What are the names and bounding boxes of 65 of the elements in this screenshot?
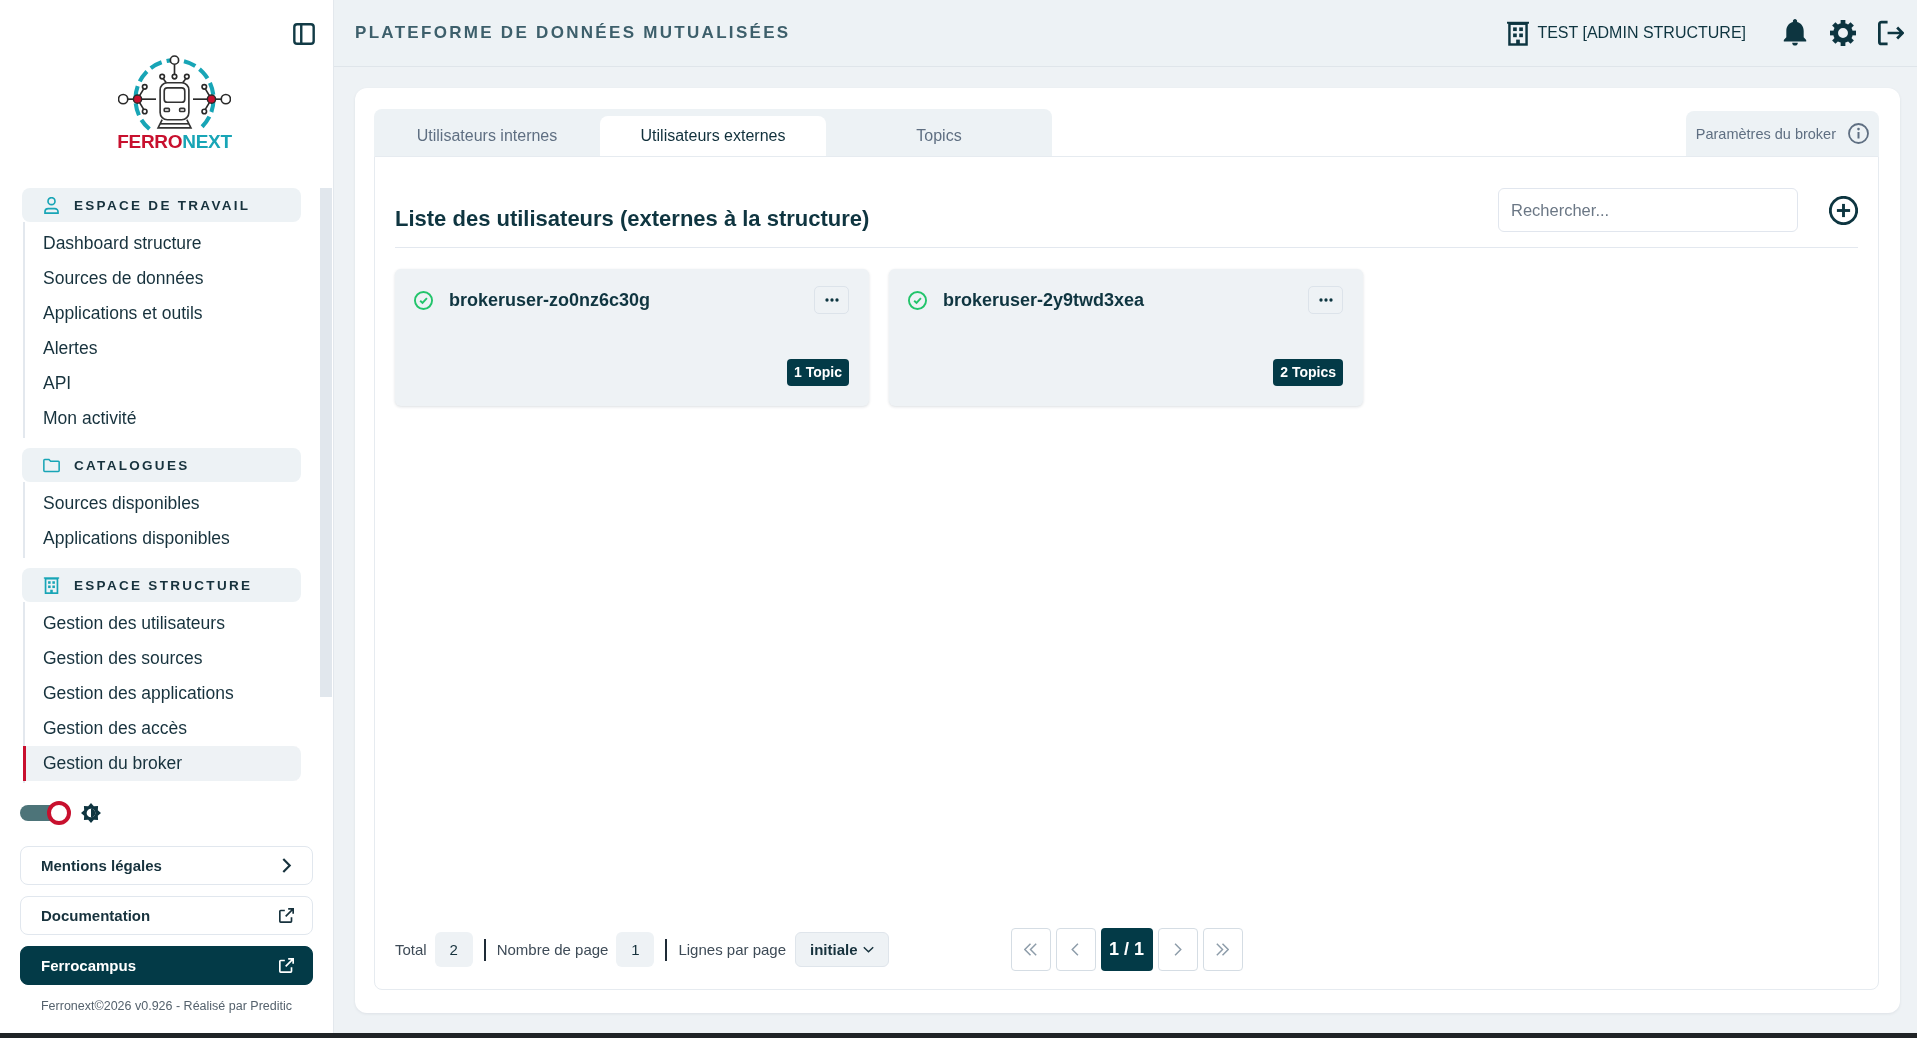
double-chevron-left-icon: [1024, 943, 1037, 956]
section-header[interactable]: CATALOGUES: [22, 448, 301, 482]
nav-item[interactable]: Sources de données: [25, 261, 301, 296]
current-page-indicator: 1 / 1: [1100, 928, 1153, 971]
brightness-icon: [81, 803, 101, 823]
info-icon: [1848, 123, 1869, 144]
search-field[interactable]: Rechercher...: [1498, 188, 1798, 232]
external-link-icon: [279, 958, 294, 973]
total-value: 2: [434, 932, 473, 967]
settings-icon[interactable]: [1830, 19, 1856, 47]
chevron-down-icon: [862, 946, 874, 953]
nav-item[interactable]: Dashboard structure: [25, 226, 301, 261]
list-title: Liste des utilisateurs (externes à la structure): [395, 206, 870, 232]
section-header[interactable]: ESPACE STRUCTURE: [22, 568, 301, 602]
broker-settings-tab[interactable]: Paramètres du broker: [1685, 111, 1879, 156]
more-button[interactable]: [814, 286, 849, 314]
rows-per-page-label: Lignes par page: [678, 941, 787, 958]
user-card[interactable]: brokeruser-2y9twd3xea 2 Topics: [889, 269, 1363, 406]
user-card[interactable]: brokeruser-zo0nz6c30g 1 Topic: [395, 269, 869, 406]
building-icon: [1507, 20, 1530, 46]
sidebar-toggle-icon[interactable]: [293, 23, 315, 45]
page-title: PLATEFORME DE DONNÉES MUTUALISÉES: [355, 23, 791, 43]
tab[interactable]: Utilisateurs internes: [374, 116, 600, 156]
nav-item[interactable]: Gestion des accès: [25, 711, 301, 746]
theme-switch[interactable]: [20, 801, 71, 825]
nav-item[interactable]: Gestion des applications: [25, 676, 301, 711]
building-icon: [43, 576, 60, 594]
sidebar-link-button[interactable]: Mentions légales: [20, 846, 313, 885]
nav-item[interactable]: Mon activité: [25, 401, 301, 436]
user-name: brokeruser-zo0nz6c30g: [449, 289, 652, 311]
folder-icon: [43, 456, 60, 474]
topic-count-badge: 2 Topics: [1273, 359, 1343, 386]
nav-item[interactable]: Applications disponibles: [25, 521, 301, 556]
double-chevron-right-icon: [1216, 943, 1229, 956]
more-button[interactable]: [1308, 286, 1343, 314]
total-label: Total: [395, 941, 427, 958]
ellipsis-icon: [824, 298, 839, 302]
account-name[interactable]: TEST [ADMIN STRUCTURE]: [1537, 24, 1746, 42]
sidebar-link-button[interactable]: Documentation: [20, 896, 313, 935]
external-link-icon: [279, 908, 294, 923]
nav-item[interactable]: Gestion des sources: [25, 641, 301, 676]
nav-item[interactable]: Sources disponibles: [25, 486, 301, 521]
page-count-value: 1: [616, 932, 655, 967]
sidebar-link-button[interactable]: Ferrocampus: [20, 946, 313, 985]
add-icon[interactable]: [1829, 195, 1858, 225]
bell-icon[interactable]: [1782, 19, 1808, 47]
person-icon: [43, 196, 60, 214]
nav-item[interactable]: Gestion du broker: [23, 746, 301, 781]
logout-icon[interactable]: [1878, 19, 1904, 47]
scrollbar-thumb[interactable]: [320, 188, 332, 697]
logo-wordmark: FERRONEXT: [117, 132, 232, 152]
user-name: brokeruser-2y9twd3xea: [943, 289, 1146, 311]
topic-count-badge: 1 Topic: [787, 359, 849, 386]
tab[interactable]: Topics: [826, 116, 1052, 156]
train-network-icon: [118, 55, 231, 131]
nav-item[interactable]: Applications et outils: [25, 296, 301, 331]
nav-item[interactable]: Gestion des utilisateurs: [25, 606, 301, 641]
nav-item[interactable]: Alertes: [25, 331, 301, 366]
page-count-label: Nombre de page: [496, 941, 609, 958]
ellipsis-icon: [1318, 298, 1333, 302]
nav-item[interactable]: API: [25, 366, 301, 401]
section-header[interactable]: ESPACE DE TRAVAIL: [22, 188, 301, 222]
tab[interactable]: Utilisateurs externes: [600, 116, 826, 156]
footer-text: Ferronext©2026 v0.926 - Réalisé par Preditic: [40, 999, 293, 1013]
rows-per-page-dropdown[interactable]: initiale: [795, 932, 889, 967]
